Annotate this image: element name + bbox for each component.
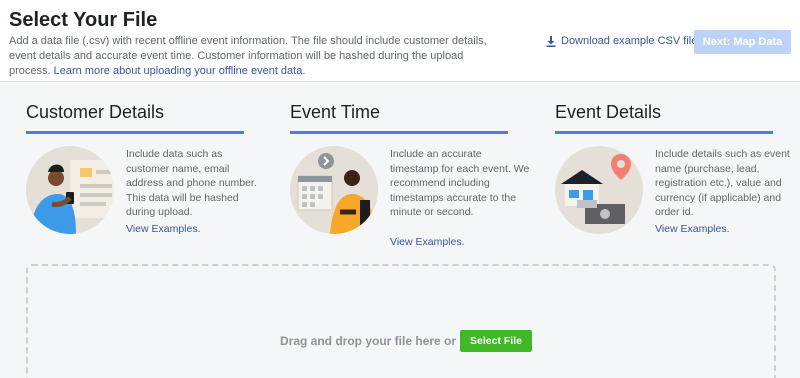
card-description: Include data such as customer name, emai… [126, 148, 257, 218]
learn-more-link[interactable]: Learn more about uploading your offline … [54, 65, 306, 77]
person-with-phone-illustration [26, 146, 114, 234]
card-title: Event Details [555, 102, 662, 122]
card-event-time: Event Time Include an accurate timestamp… [290, 102, 529, 248]
page-description: Add a data file (.csv) with recent offli… [9, 34, 489, 79]
select-file-button[interactable]: Select File [460, 330, 532, 352]
card-accent-rule [555, 131, 773, 134]
download-icon [546, 35, 556, 47]
dropzone-row: Drag and drop your file here or Select F… [280, 330, 532, 352]
view-examples-link[interactable]: View Examples. [390, 236, 465, 248]
card-description: Include an accurate timestamp for each e… [390, 148, 530, 218]
page-title: Select Your File [9, 9, 158, 31]
card-title: Customer Details [26, 102, 165, 122]
download-csv-link[interactable]: Download example CSV file [546, 35, 697, 47]
download-csv-label: Download example CSV file [561, 35, 698, 47]
file-dropzone[interactable]: Drag and drop your file here or Select F… [26, 264, 776, 378]
next-map-data-button[interactable]: Next: Map Data [694, 30, 791, 54]
card-event-details: Event Details Include details such as ev… [555, 102, 790, 235]
card-title: Event Time [290, 102, 381, 122]
view-examples-link[interactable]: View Examples. [126, 223, 201, 235]
calendar-clock-illustration [290, 146, 378, 234]
card-customer-details: Customer Details Include data such as cu… [26, 102, 257, 235]
dropzone-label: Drag and drop your file here or [280, 334, 457, 348]
card-accent-rule [290, 131, 508, 134]
page-header: Select Your File Add a data file (.csv) … [0, 0, 800, 82]
card-description: Include details such as event name (purc… [655, 148, 790, 218]
store-location-illustration [555, 146, 643, 234]
view-examples-link[interactable]: View Examples. [655, 223, 730, 235]
card-accent-rule [26, 131, 244, 134]
